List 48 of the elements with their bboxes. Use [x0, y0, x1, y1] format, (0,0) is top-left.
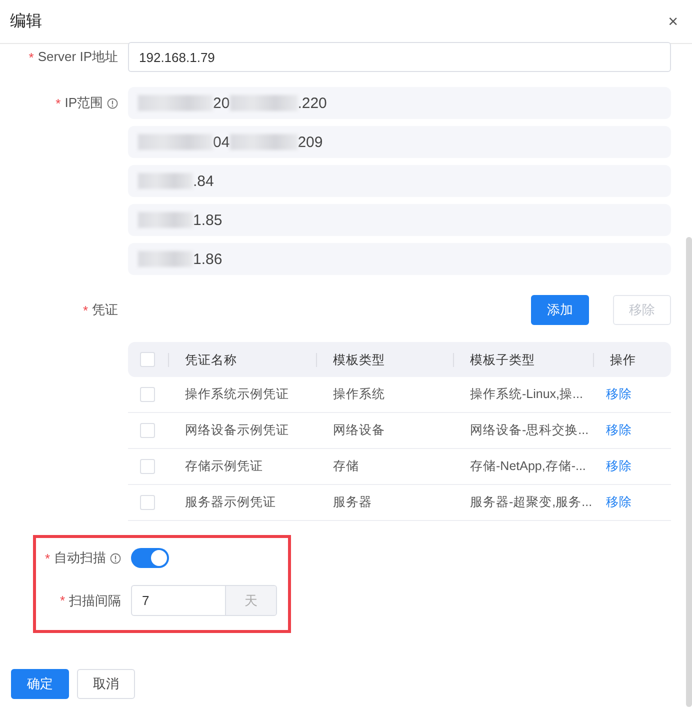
table-cell-text: 网络设备-思科交换...: [469, 422, 590, 439]
ip-range-field[interactable]: 1.85: [128, 204, 671, 236]
field-label: 自动扫描: [54, 549, 106, 567]
remove-link[interactable]: 移除: [593, 422, 632, 439]
ip-range-field[interactable]: 20 .220: [128, 87, 671, 119]
toggle-switch[interactable]: [131, 548, 169, 568]
required-mark: *: [44, 550, 50, 566]
field-label: IP范围: [64, 94, 103, 112]
table-cell-text: 服务器-超聚变,服务...: [469, 494, 593, 511]
column-header: 模板子类型: [453, 352, 535, 366]
table-cell-text: 存储: [332, 458, 360, 475]
checkbox[interactable]: [140, 387, 155, 402]
column-header: 凭证名称: [168, 352, 237, 366]
column-header: 操作: [593, 352, 636, 366]
table-cell-text: 服务器示例凭证: [184, 494, 277, 511]
server-ip-field[interactable]: 192.168.1.79: [128, 42, 671, 72]
table-cell-text: 存储-NetApp,存储-...: [469, 458, 587, 475]
checkbox[interactable]: [140, 352, 155, 367]
cancel-button[interactable]: 取消: [77, 669, 135, 699]
confirm-button[interactable]: 确定: [11, 669, 69, 699]
table-cell-text: 存储示例凭证: [184, 458, 264, 475]
checkbox[interactable]: [140, 495, 155, 510]
dialog-title: 编辑: [10, 12, 42, 32]
remove-link[interactable]: 移除: [593, 494, 632, 511]
close-button[interactable]: ×: [668, 13, 678, 30]
required-mark: *: [60, 593, 65, 608]
ip-range-field[interactable]: .84: [128, 165, 671, 197]
field-label: 扫描间隔: [69, 592, 121, 610]
table-cell-text: 网络设备: [332, 422, 386, 439]
required-mark: *: [82, 302, 88, 318]
table-cell-text: 操作系统示例凭证: [184, 386, 290, 403]
remove-link[interactable]: 移除: [593, 386, 632, 403]
field-label: 凭证: [92, 301, 118, 319]
add-button[interactable]: 添加: [531, 295, 589, 325]
table-cell-text: 操作系统: [332, 386, 386, 403]
table-cell-text: 网络设备示例凭证: [184, 422, 290, 439]
field-label: Server IP地址: [38, 48, 118, 66]
ip-range-field[interactable]: 04 209: [128, 126, 671, 158]
checkbox[interactable]: [140, 459, 155, 474]
checkbox[interactable]: [140, 423, 155, 438]
table-cell-text: 操作系统-Linux,操...: [469, 386, 584, 403]
required-mark: *: [56, 96, 61, 110]
required-mark: *: [28, 50, 34, 64]
ip-range-field[interactable]: 1.86: [128, 243, 671, 275]
remove-link[interactable]: 移除: [593, 458, 632, 475]
table-cell-text: 服务器: [332, 494, 373, 511]
column-header: 模板类型: [316, 352, 385, 366]
scrollbar[interactable]: [686, 237, 692, 707]
